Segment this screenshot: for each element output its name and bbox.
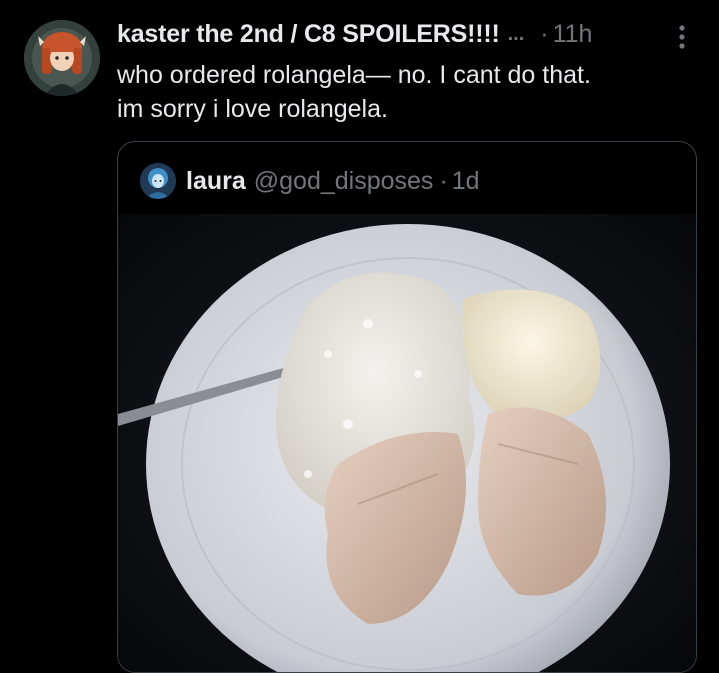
quoted-author-avatar xyxy=(140,163,176,199)
food-photo-icon xyxy=(118,214,696,672)
header-separator: · xyxy=(540,19,549,48)
quoted-media-image[interactable] xyxy=(118,214,696,672)
tweet-timestamp[interactable]: 11h xyxy=(553,20,593,49)
quoted-author-name: laura xyxy=(186,166,246,195)
quoted-timestamp: 1d xyxy=(451,166,480,195)
author-display-name[interactable]: kaster the 2nd / C8 SPOILERS!!!! xyxy=(117,20,500,49)
tweet-header: kaster the 2nd / C8 SPOILERS!!!! ... · 1… xyxy=(117,16,592,52)
more-options-icon[interactable] xyxy=(672,22,692,52)
tweet[interactable]: kaster the 2nd / C8 SPOILERS!!!! ... · 1… xyxy=(0,0,719,673)
tweet-text: who ordered rolangela— no. I cant do tha… xyxy=(117,58,707,126)
tweet-text-line: im sorry i love rolangela. xyxy=(117,95,388,123)
anime-character-avatar-icon xyxy=(24,20,100,96)
name-truncation: ... xyxy=(507,22,525,45)
blue-character-avatar-icon xyxy=(140,163,176,199)
quoted-author-handle: @god_disposes xyxy=(253,166,434,195)
tweet-text-line: who ordered rolangela— no. I cant do tha… xyxy=(117,61,591,89)
quoted-separator: · xyxy=(439,166,448,195)
quoted-tweet-header: laura @god_disposes · 1d xyxy=(140,163,480,199)
quoted-tweet-card[interactable]: laura @god_disposes · 1d xyxy=(117,141,697,673)
author-avatar[interactable] xyxy=(24,20,100,96)
